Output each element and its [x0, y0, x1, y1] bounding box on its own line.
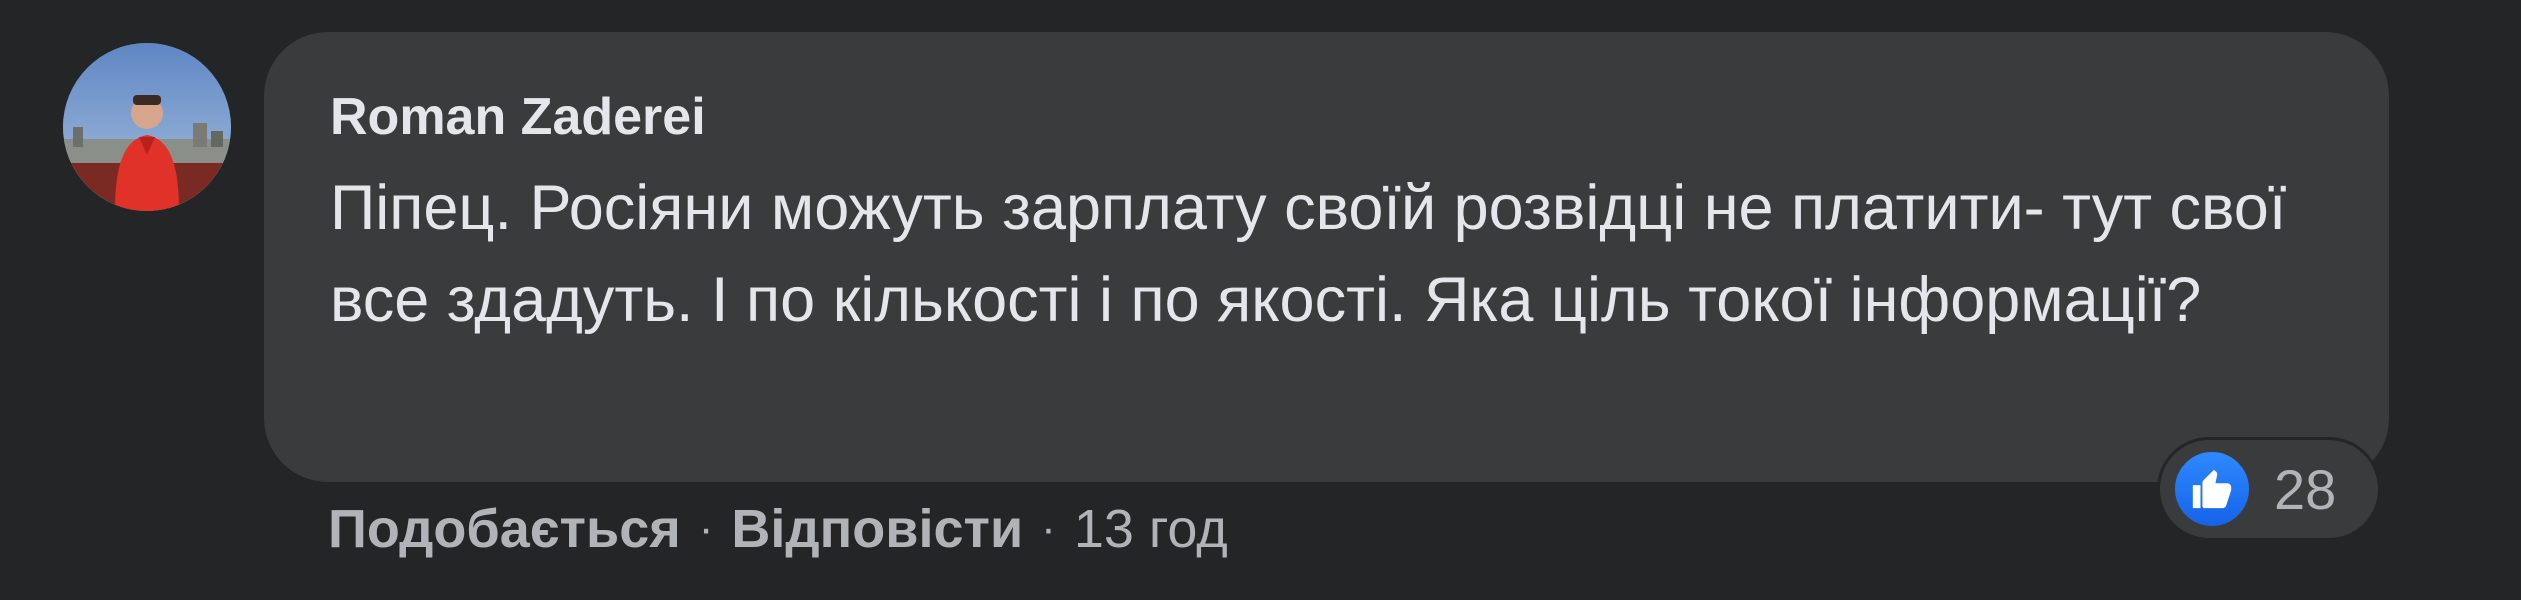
like-icon [2172, 449, 2252, 529]
reply-button[interactable]: Відповісти [731, 498, 1023, 560]
comment: Roman Zaderei Піпец. Росіяни можуть зарп… [0, 0, 2521, 600]
avatar[interactable] [63, 43, 231, 211]
comment-actions: Подобається · Відповісти · 13 год [328, 498, 1228, 560]
reaction-count: 28 [2274, 457, 2337, 521]
like-button[interactable]: Подобається [328, 498, 681, 560]
comment-author[interactable]: Roman Zaderei [330, 84, 2323, 150]
thumbs-up-icon [2192, 469, 2232, 509]
separator: · [698, 504, 714, 553]
separator: · [1041, 504, 1056, 553]
comment-bubble: Roman Zaderei Піпец. Росіяни можуть зарп… [264, 32, 2389, 482]
comment-text: Піпец. Росіяни можуть зарплату своїй роз… [330, 173, 2287, 335]
comment-timestamp[interactable]: 13 год [1074, 498, 1228, 560]
reactions-summary[interactable]: 28 [2160, 440, 2378, 538]
avatar-photo [63, 43, 231, 211]
